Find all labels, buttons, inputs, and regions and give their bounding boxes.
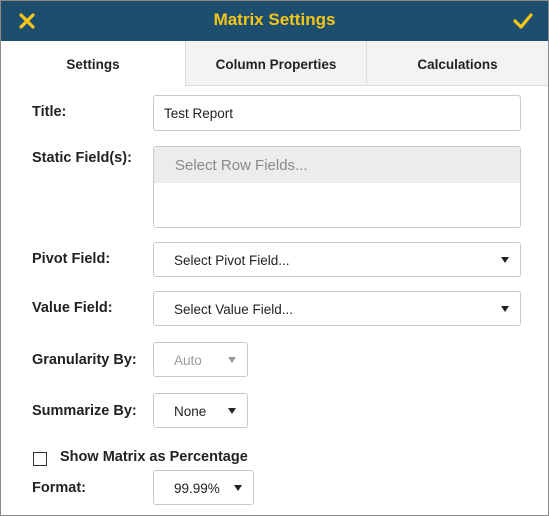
chevron-down-icon <box>234 485 242 491</box>
tab-calculations[interactable]: Calculations <box>367 41 548 85</box>
granularity-dropdown: Auto <box>153 342 248 377</box>
title-input[interactable] <box>153 95 521 131</box>
tab-bar: Settings Column Properties Calculations <box>1 41 548 86</box>
pivot-field-label: Pivot Field: <box>32 251 111 267</box>
granularity-value: Auto <box>174 353 202 368</box>
chevron-down-icon <box>228 408 236 414</box>
summarize-dropdown[interactable]: None <box>153 393 248 428</box>
format-value: 99.99% <box>174 481 220 496</box>
dialog-header: Matrix Settings <box>1 1 548 41</box>
chevron-down-icon <box>501 257 509 263</box>
show-percentage-checkbox[interactable] <box>33 452 47 466</box>
title-label: Title: <box>32 104 67 120</box>
chevron-down-icon <box>228 357 236 363</box>
tab-column-properties[interactable]: Column Properties <box>186 41 367 85</box>
value-field-label: Value Field: <box>32 300 113 316</box>
static-fields-select[interactable]: Select Row Fields... <box>153 146 521 228</box>
granularity-label: Granularity By: <box>32 352 137 368</box>
format-dropdown[interactable]: 99.99% <box>153 470 254 505</box>
chevron-down-icon <box>501 306 509 312</box>
summarize-value: None <box>174 404 207 419</box>
value-field-value: Select Value Field... <box>174 302 294 317</box>
show-percentage-label: Show Matrix as Percentage <box>60 449 248 465</box>
pivot-field-dropdown[interactable]: Select Pivot Field... <box>153 242 521 277</box>
tab-settings[interactable]: Settings <box>1 41 186 86</box>
static-fields-label: Static Field(s): <box>32 150 132 166</box>
matrix-settings-dialog: Matrix Settings Settings Column Properti… <box>0 0 549 516</box>
checkmark-icon[interactable] <box>512 11 534 31</box>
format-label: Format: <box>32 480 86 496</box>
value-field-dropdown[interactable]: Select Value Field... <box>153 291 521 326</box>
dialog-title: Matrix Settings <box>213 10 336 29</box>
summarize-label: Summarize By: <box>32 403 137 419</box>
pivot-field-value: Select Pivot Field... <box>174 253 290 268</box>
static-fields-placeholder: Select Row Fields... <box>154 147 520 183</box>
